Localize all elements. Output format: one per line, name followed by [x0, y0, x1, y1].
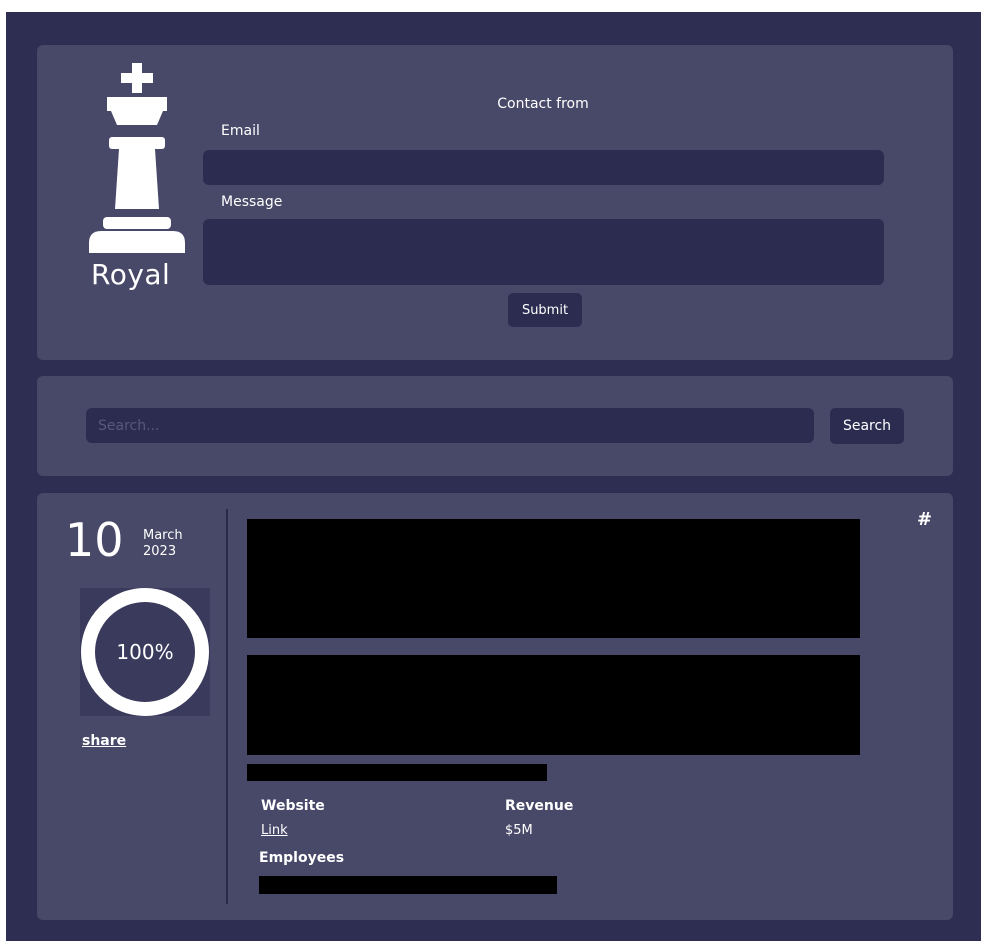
- submit-button[interactable]: Submit: [508, 293, 582, 327]
- date-month: March: [143, 528, 183, 543]
- page-frame: Royal Contact from Email Message Submit …: [6, 12, 981, 941]
- redacted-employees: [259, 876, 557, 894]
- email-label: Email: [221, 123, 260, 139]
- website-label: Website: [261, 798, 325, 814]
- vertical-divider: [226, 509, 228, 904]
- date-day: 10: [65, 513, 124, 567]
- search-input[interactable]: [86, 408, 814, 443]
- redacted-block: [247, 764, 547, 781]
- contact-card: Royal Contact from Email Message Submit: [37, 45, 953, 360]
- email-field[interactable]: [203, 150, 884, 185]
- redacted-block: [247, 519, 860, 638]
- date-year: 2023: [143, 544, 177, 559]
- website-link[interactable]: Link: [261, 823, 288, 838]
- contact-form-title: Contact from: [497, 96, 589, 112]
- message-field[interactable]: [203, 219, 884, 285]
- progress-ring: 100%: [80, 588, 210, 716]
- search-card: Search: [37, 376, 953, 476]
- revenue-value: $5M: [505, 823, 533, 838]
- progress-label: 100%: [116, 640, 174, 664]
- revenue-label: Revenue: [505, 798, 574, 814]
- entry-card: 10 March 2023 100% share # Website Link …: [37, 493, 953, 920]
- brand-name: Royal: [91, 258, 171, 291]
- share-link[interactable]: share: [82, 733, 126, 749]
- employees-label: Employees: [259, 850, 345, 866]
- message-label: Message: [221, 194, 283, 210]
- redacted-block: [247, 655, 860, 755]
- hash-icon[interactable]: #: [917, 509, 932, 530]
- search-button[interactable]: Search: [830, 408, 904, 444]
